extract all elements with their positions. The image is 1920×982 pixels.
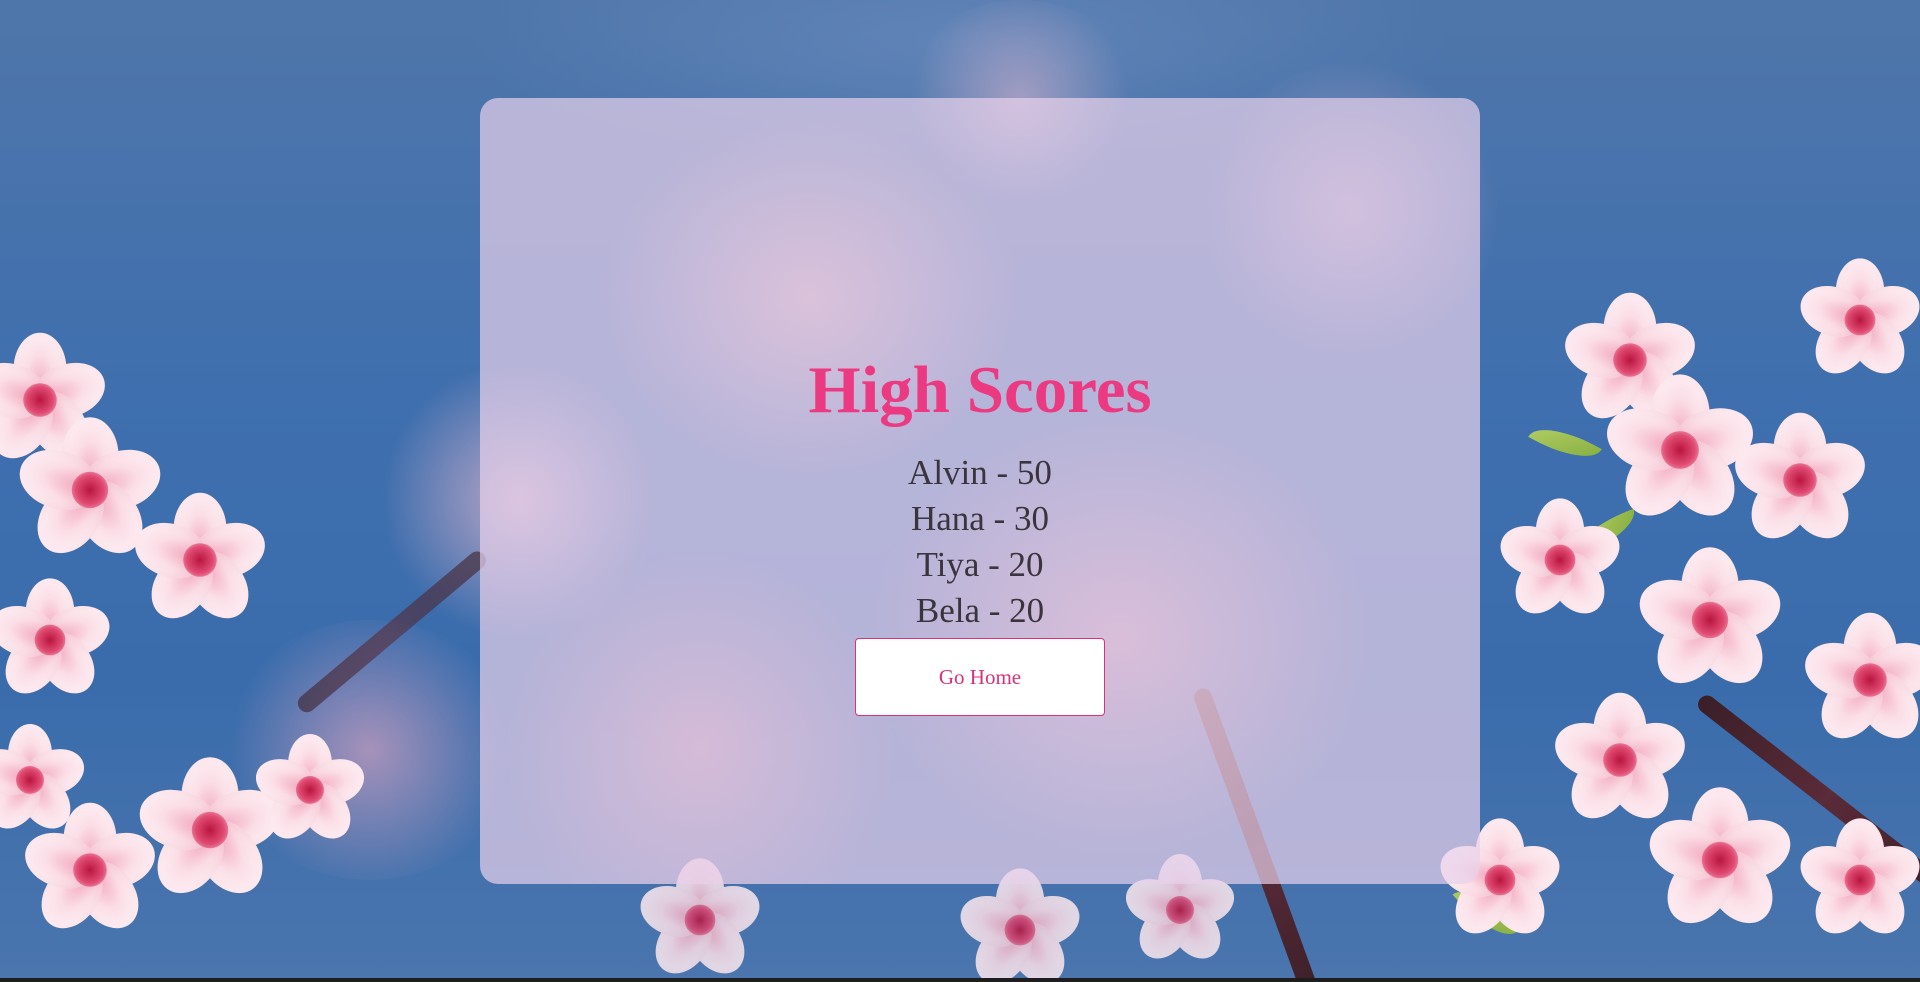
blossom [1631, 542, 1789, 698]
blossom [127, 488, 273, 632]
blossom [0, 720, 91, 840]
page-title: High Scores [808, 353, 1152, 427]
score-entry: Bela - 20 [915, 591, 1045, 630]
bottom-edge [0, 978, 1920, 982]
high-scores-card: High Scores Alvin - 50 Hana - 30 Tiya - … [480, 98, 1480, 884]
score-entry: Tiya - 20 [916, 545, 1044, 584]
score-entry: Alvin - 50 [908, 453, 1052, 492]
blossom [1797, 608, 1920, 752]
blossom [1493, 494, 1627, 626]
blossom [0, 574, 117, 706]
blossom [1793, 814, 1920, 946]
blossom [249, 730, 371, 850]
blossom [1793, 254, 1920, 386]
score-entry: Hana - 30 [910, 499, 1049, 538]
blossom [1641, 782, 1799, 938]
blossom [1727, 408, 1873, 552]
branch [294, 547, 490, 716]
go-home-button[interactable]: Go Home [855, 638, 1105, 716]
